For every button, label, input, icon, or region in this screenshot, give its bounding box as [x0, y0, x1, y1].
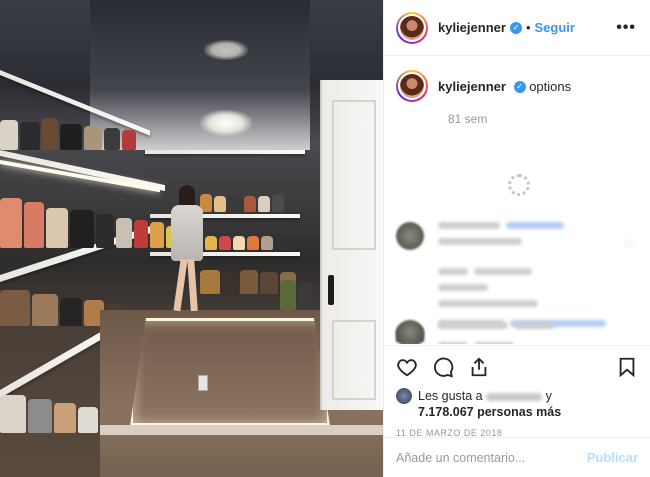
add-comment-bar: Publicar — [384, 437, 650, 477]
caption-username[interactable]: kyliejenner — [438, 79, 506, 94]
shelf-light — [0, 160, 160, 193]
avatar[interactable] — [396, 222, 424, 250]
closet-door — [320, 80, 383, 410]
post-photo[interactable] — [0, 0, 383, 477]
handbag-row — [0, 395, 98, 433]
caption-time: 81 sem — [448, 112, 488, 126]
avatar — [396, 388, 412, 404]
follow-button[interactable]: Seguir — [535, 20, 575, 35]
handbag-row — [0, 118, 136, 150]
share-icon[interactable] — [468, 356, 490, 378]
chandelier — [200, 110, 252, 136]
post-header: kyliejenner ✓ • Seguir ••• — [384, 0, 650, 56]
ceiling-light-reflection — [204, 40, 248, 60]
caption-row: kyliejenner ✓ options — [396, 70, 638, 102]
publish-button[interactable]: Publicar — [587, 450, 638, 465]
likes-count[interactable]: 7.178.067 personas más — [418, 405, 561, 419]
avatar[interactable] — [396, 11, 428, 44]
floor-edge — [100, 425, 383, 435]
avatar[interactable] — [396, 322, 424, 342]
likes-connector: y — [545, 389, 552, 403]
comment-icon[interactable] — [432, 356, 454, 378]
bookmark-icon[interactable] — [616, 356, 638, 378]
caption-text: options — [529, 78, 572, 94]
handbag-row — [205, 236, 273, 250]
wall-switch — [198, 375, 208, 391]
liker-name[interactable] — [486, 392, 543, 401]
verified-icon: ✓ — [513, 81, 526, 94]
post-sidebar: kyliejenner ✓ • Seguir ••• kyliejenner ✓… — [384, 0, 650, 477]
comment-item — [396, 222, 564, 316]
heart-icon[interactable] — [396, 356, 418, 378]
separator-dot: • — [525, 20, 531, 35]
handbag-row — [280, 280, 312, 310]
comments-section: kyliejenner ✓ options 81 sem ♡ — [384, 56, 650, 344]
door-handle — [328, 275, 334, 305]
person-figure — [165, 185, 209, 315]
post-actions: Les gusta a y 7.178.067 personas más 11 … — [384, 345, 650, 438]
floor-light-strip — [130, 318, 330, 426]
handbag-row — [200, 194, 284, 212]
username-link[interactable]: kyliejenner — [438, 20, 506, 35]
more-options-icon[interactable]: ••• — [616, 19, 636, 37]
loading-spinner-icon — [508, 174, 530, 196]
likes-prefix: Les gusta a — [418, 389, 483, 403]
comment-like-icon[interactable]: ♡ — [624, 238, 634, 251]
handbag-row — [0, 198, 178, 248]
likes-summary[interactable]: Les gusta a y 7.178.067 personas más — [396, 388, 638, 420]
comment-item — [396, 322, 554, 342]
caption: kyliejenner ✓ options — [438, 79, 571, 94]
verified-icon: ✓ — [509, 21, 522, 34]
comment-input[interactable] — [396, 450, 587, 465]
back-shelf — [145, 150, 305, 154]
caption-avatar[interactable] — [396, 70, 428, 102]
